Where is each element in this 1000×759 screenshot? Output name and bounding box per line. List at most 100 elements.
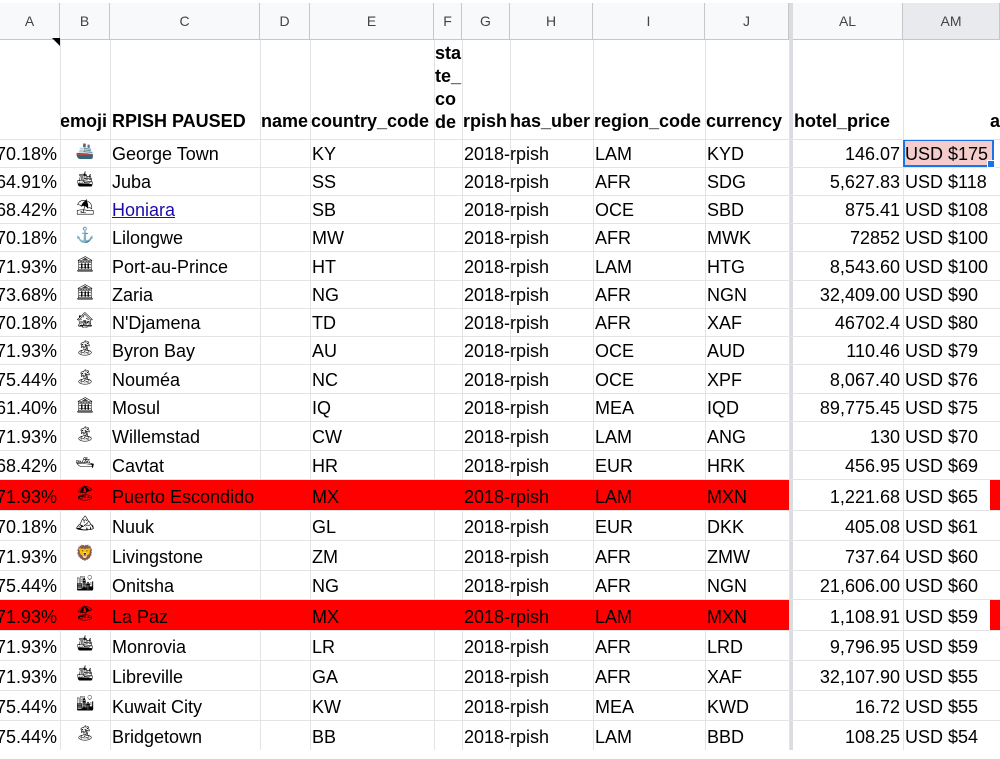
- selection-fill-handle[interactable]: [987, 160, 995, 168]
- region-code-cell[interactable]: LAM: [593, 720, 705, 750]
- currency-cell[interactable]: KWD: [705, 690, 789, 720]
- city-cell[interactable]: N'Djamena: [110, 308, 260, 336]
- usd-price-cell[interactable]: USD $76: [903, 364, 1000, 393]
- rpish-cell[interactable]: 2018-rpish: [462, 540, 593, 570]
- usd-price-cell[interactable]: USD $100: [903, 223, 1000, 251]
- city-cell[interactable]: Kuwait City: [110, 690, 260, 720]
- hotel-price-cell[interactable]: 405.08: [793, 510, 903, 540]
- region-code-cell[interactable]: OCE: [593, 195, 705, 223]
- column-header-d[interactable]: D: [260, 3, 310, 40]
- header-cell-j[interactable]: currency: [706, 110, 782, 134]
- region-code-cell[interactable]: AFR: [593, 308, 705, 336]
- currency-cell[interactable]: MWK: [705, 223, 789, 251]
- city-cell[interactable]: Libreville: [110, 660, 260, 690]
- hotel-price-cell[interactable]: 146.07: [793, 139, 903, 167]
- region-code-cell[interactable]: AFR: [593, 540, 705, 570]
- column-header-a[interactable]: A: [0, 3, 60, 40]
- city-cell[interactable]: Cavtat: [110, 450, 260, 479]
- currency-cell[interactable]: ANG: [705, 421, 789, 450]
- city-cell[interactable]: Willemstad: [110, 421, 260, 450]
- region-code-cell[interactable]: AFR: [593, 630, 705, 660]
- header-cell-h[interactable]: has_uber: [510, 110, 590, 134]
- rpish-cell[interactable]: 2018-rpish: [462, 570, 593, 599]
- currency-cell[interactable]: BBD: [705, 720, 789, 750]
- usd-price-cell[interactable]: USD $75: [903, 393, 1000, 421]
- emoji-cell[interactable]: 🛳: [60, 630, 110, 660]
- percent-cell[interactable]: 75.44%: [0, 690, 60, 720]
- percent-cell[interactable]: 71.93%: [0, 251, 60, 280]
- country-code-cell[interactable]: NG: [310, 570, 434, 599]
- region-code-cell[interactable]: LAM: [593, 139, 705, 167]
- region-code-cell[interactable]: AFR: [593, 223, 705, 251]
- usd-price-cell[interactable]: USD $70: [903, 421, 1000, 450]
- header-cell-e[interactable]: country_code: [311, 110, 429, 134]
- usd-price-cell[interactable]: USD $175: [903, 139, 1000, 167]
- country-code-cell[interactable]: KY: [310, 139, 434, 167]
- country-code-cell[interactable]: SB: [310, 195, 434, 223]
- rpish-cell[interactable]: 2018-rpish: [462, 251, 593, 280]
- city-cell[interactable]: Port-au-Prince: [110, 251, 260, 280]
- emoji-cell[interactable]: 🛳: [60, 167, 110, 195]
- currency-cell[interactable]: LRD: [705, 630, 789, 660]
- percent-cell[interactable]: 61.40%: [0, 393, 60, 421]
- percent-cell[interactable]: 75.44%: [0, 570, 60, 599]
- currency-cell[interactable]: AUD: [705, 336, 789, 364]
- rpish-cell[interactable]: 2018-rpish: [462, 510, 593, 540]
- emoji-cell[interactable]: 🏝: [60, 364, 110, 393]
- rpish-cell[interactable]: 2018-rpish: [462, 308, 593, 336]
- currency-cell[interactable]: XPF: [705, 364, 789, 393]
- region-code-cell[interactable]: LAM: [593, 251, 705, 280]
- usd-price-cell[interactable]: USD $90: [903, 280, 1000, 308]
- percent-cell[interactable]: 71.93%: [0, 660, 60, 690]
- country-code-cell[interactable]: TD: [310, 308, 434, 336]
- header-cell-c[interactable]: RPISH PAUSED: [112, 110, 246, 134]
- header-cell-am[interactable]: a: [990, 110, 1000, 134]
- emoji-cell[interactable]: 🏛: [60, 251, 110, 280]
- usd-price-cell[interactable]: USD $65: [903, 479, 1000, 510]
- column-header-c[interactable]: C: [110, 3, 260, 40]
- header-cell-f-line[interactable]: de: [435, 111, 462, 134]
- country-code-cell[interactable]: GL: [310, 510, 434, 540]
- currency-cell[interactable]: MXN: [705, 479, 789, 510]
- usd-price-cell[interactable]: USD $59: [903, 599, 1000, 630]
- emoji-cell[interactable]: 🏙: [60, 570, 110, 599]
- usd-price-cell[interactable]: USD $60: [903, 570, 1000, 599]
- usd-price-cell[interactable]: USD $118: [903, 167, 1000, 195]
- hotel-price-cell[interactable]: 46702.4: [793, 308, 903, 336]
- country-code-cell[interactable]: BB: [310, 720, 434, 750]
- country-code-cell[interactable]: MX: [310, 599, 434, 630]
- region-code-cell[interactable]: OCE: [593, 336, 705, 364]
- hotel-price-cell[interactable]: 32,409.00: [793, 280, 903, 308]
- emoji-cell[interactable]: 🏖: [60, 479, 110, 510]
- rpish-cell[interactable]: 2018-rpish: [462, 364, 593, 393]
- usd-price-cell[interactable]: USD $59: [903, 630, 1000, 660]
- usd-price-cell[interactable]: USD $69: [903, 450, 1000, 479]
- currency-cell[interactable]: IQD: [705, 393, 789, 421]
- region-code-cell[interactable]: AFR: [593, 660, 705, 690]
- usd-price-cell[interactable]: USD $100: [903, 251, 1000, 280]
- rpish-cell[interactable]: 2018-rpish: [462, 280, 593, 308]
- region-code-cell[interactable]: LAM: [593, 599, 705, 630]
- emoji-cell[interactable]: 🏝: [60, 720, 110, 750]
- region-code-cell[interactable]: OCE: [593, 364, 705, 393]
- country-code-cell[interactable]: HT: [310, 251, 434, 280]
- country-code-cell[interactable]: CW: [310, 421, 434, 450]
- region-code-cell[interactable]: MEA: [593, 393, 705, 421]
- currency-cell[interactable]: ZMW: [705, 540, 789, 570]
- city-cell[interactable]: Bridgetown: [110, 720, 260, 750]
- header-cell-i[interactable]: region_code: [594, 110, 701, 134]
- city-cell[interactable]: Honiara: [110, 195, 260, 223]
- currency-cell[interactable]: NGN: [705, 280, 789, 308]
- currency-cell[interactable]: XAF: [705, 308, 789, 336]
- rpish-cell[interactable]: 2018-rpish: [462, 720, 593, 750]
- usd-price-cell[interactable]: USD $79: [903, 336, 1000, 364]
- header-cell-f-line[interactable]: sta: [435, 42, 462, 65]
- currency-cell[interactable]: HTG: [705, 251, 789, 280]
- usd-price-cell[interactable]: USD $80: [903, 308, 1000, 336]
- hotel-price-cell[interactable]: 737.64: [793, 540, 903, 570]
- region-code-cell[interactable]: MEA: [593, 690, 705, 720]
- rpish-cell[interactable]: 2018-rpish: [462, 421, 593, 450]
- city-cell[interactable]: Onitsha: [110, 570, 260, 599]
- rpish-cell[interactable]: 2018-rpish: [462, 660, 593, 690]
- percent-cell[interactable]: 68.42%: [0, 195, 60, 223]
